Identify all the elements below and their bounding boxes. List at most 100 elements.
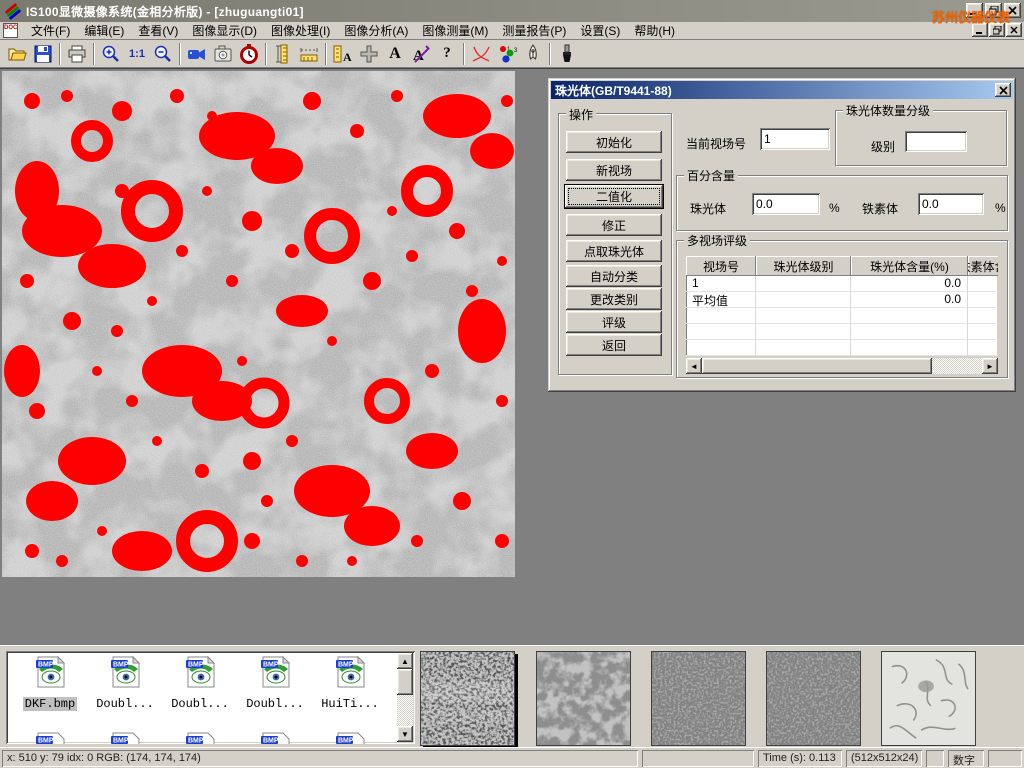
folder-open-icon	[7, 44, 27, 64]
menu-edit[interactable]: 编辑(E)	[77, 21, 131, 40]
timer-button[interactable]	[236, 42, 262, 66]
save-button[interactable]	[30, 42, 56, 66]
brush-button[interactable]	[554, 42, 580, 66]
grade-level-input[interactable]	[905, 131, 967, 152]
menu-image-analysis[interactable]: 图像分析(A)	[337, 21, 415, 40]
new-field-button[interactable]: 新视场	[566, 159, 662, 181]
table-row[interactable]: 1 0.0	[686, 276, 998, 292]
child-close-icon[interactable]	[1006, 23, 1022, 37]
menu-file[interactable]: 文件(F)	[24, 21, 77, 40]
help-button[interactable]: ?	[434, 42, 460, 66]
current-field-input[interactable]	[760, 128, 830, 150]
scrollbar-thumb[interactable]	[397, 669, 413, 695]
scrollbar-thumb[interactable]	[702, 358, 932, 374]
file-item[interactable]: BMP HuiTi...	[314, 655, 386, 712]
file-name[interactable]: HuiTi...	[319, 697, 381, 711]
print-button[interactable]	[64, 42, 90, 66]
pick-pearlite-button[interactable]: 点取珠光体	[566, 240, 662, 262]
caliper-button[interactable]	[270, 42, 296, 66]
classify-points-button[interactable]: 13	[494, 42, 520, 66]
ruler-button[interactable]	[296, 42, 322, 66]
file-item[interactable]: BMP Doubl...	[164, 655, 236, 712]
scroll-right-icon[interactable]: ►	[982, 358, 998, 374]
file-name[interactable]: Doubl...	[94, 697, 156, 711]
binarize-button[interactable]: 二值化	[564, 184, 664, 209]
capture-button[interactable]	[210, 42, 236, 66]
file-item[interactable]: BMP DKF.bmp	[14, 655, 86, 712]
zoom-out-button[interactable]	[150, 42, 176, 66]
file-name[interactable]: Doubl...	[169, 697, 231, 711]
stopwatch-icon	[239, 44, 259, 64]
restore-icon[interactable]	[985, 3, 1002, 18]
close-icon[interactable]	[1004, 3, 1021, 18]
open-file-button[interactable]	[4, 42, 30, 66]
document-icon[interactable]: DOC	[3, 23, 18, 38]
dialog-title-bar[interactable]: 珠光体(GB/T9441-88)	[551, 81, 1013, 99]
menu-image-display[interactable]: 图像显示(D)	[185, 21, 264, 40]
menu-image-process[interactable]: 图像处理(I)	[264, 21, 337, 40]
grade-level-label: 级别	[871, 138, 895, 155]
menu-settings[interactable]: 设置(S)	[573, 21, 627, 40]
zoom-in-button[interactable]	[98, 42, 124, 66]
child-restore-icon[interactable]	[989, 23, 1005, 37]
pen-button[interactable]	[520, 42, 546, 66]
video-capture-button[interactable]	[184, 42, 210, 66]
ferrite-label: 铁素体	[862, 200, 898, 217]
file-item[interactable]: BMP	[239, 731, 311, 744]
file-item[interactable]: BMP Doubl...	[239, 655, 311, 712]
table-row[interactable]: 平均值 0.0	[686, 292, 998, 308]
menu-help[interactable]: 帮助(H)	[627, 21, 682, 40]
menu-report[interactable]: 测量报告(P)	[495, 21, 573, 40]
curve-button[interactable]	[468, 42, 494, 66]
zoom-actual-button[interactable]: 1:1	[124, 42, 150, 66]
pearlite-percent-input[interactable]	[752, 193, 820, 215]
table-horizontal-scrollbar[interactable]: ◄ ►	[686, 358, 998, 374]
menu-image-measure[interactable]: 图像测量(M)	[415, 21, 495, 40]
minimize-icon[interactable]	[966, 3, 983, 18]
current-field-label: 当前视场号	[686, 135, 746, 152]
rating-table[interactable]: 视场号 珠光体级别 珠光体含量(%) 铁素体含量(%) 1 0.0 平均值 0.…	[686, 256, 998, 356]
metallographic-image[interactable]	[2, 71, 515, 577]
file-item[interactable]: BMP Doubl...	[89, 655, 161, 712]
table-row-empty	[686, 308, 998, 324]
file-item[interactable]: BMP	[89, 731, 161, 744]
thumbnail-3[interactable]	[651, 651, 746, 746]
initialize-button[interactable]: 初始化	[566, 131, 662, 153]
ferrite-percent-input[interactable]	[918, 193, 984, 215]
auto-classify-button[interactable]: 自动分类	[566, 265, 662, 287]
scroll-down-icon[interactable]: ▼	[397, 726, 413, 742]
move-button[interactable]	[356, 42, 382, 66]
scroll-left-icon[interactable]: ◄	[686, 358, 702, 374]
change-class-button[interactable]: 更改类别	[566, 288, 662, 310]
file-name[interactable]: Doubl...	[244, 697, 306, 711]
cursor-coordinates: x: 510 y: 79 idx: 0 RGB: (174, 174, 174)	[2, 750, 638, 767]
thumbnail-4[interactable]	[766, 651, 861, 746]
file-item[interactable]: BMP	[164, 731, 236, 744]
file-list-scrollbar[interactable]: ▲ ▼	[397, 653, 413, 742]
operations-group-label: 操作	[566, 106, 596, 123]
file-list[interactable]: BMP DKF.bmp BMP Doubl... BMP Doubl... BM…	[6, 651, 415, 744]
svg-text:BMP: BMP	[113, 738, 129, 745]
scrollbar-track[interactable]	[932, 358, 982, 374]
child-minimize-icon[interactable]	[972, 23, 988, 37]
file-item[interactable]: BMP	[14, 731, 86, 744]
text-button[interactable]: A	[382, 42, 408, 66]
camera-icon	[213, 45, 233, 62]
scroll-up-icon[interactable]: ▲	[397, 653, 413, 669]
file-item[interactable]: BMP	[314, 731, 386, 744]
file-name[interactable]: DKF.bmp	[23, 697, 77, 711]
correct-button[interactable]: 修正	[566, 214, 662, 236]
return-button[interactable]: 返回	[566, 334, 662, 356]
thumbnail-1[interactable]	[420, 651, 515, 746]
dialog-close-icon[interactable]	[995, 83, 1011, 97]
edit-text-button[interactable]: A	[408, 42, 434, 66]
text-edit-icon: A	[411, 44, 431, 64]
thumbnail-2[interactable]	[536, 651, 631, 746]
thumbnail-5[interactable]	[881, 651, 976, 746]
app-icon	[4, 4, 21, 19]
menu-view[interactable]: 查看(V)	[131, 21, 185, 40]
pearlite-label: 珠光体	[690, 200, 726, 217]
move-cross-icon	[359, 44, 379, 64]
measure-label-button[interactable]: A	[330, 42, 356, 66]
grade-button[interactable]: 评级	[566, 311, 662, 333]
